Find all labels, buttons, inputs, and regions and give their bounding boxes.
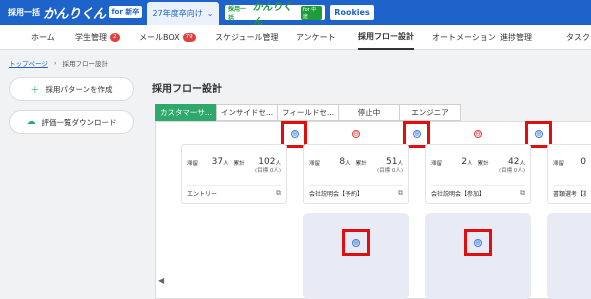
target-count: (目標 0人) [254,168,281,174]
total-label: 累計 [233,161,245,167]
top-header: 採用一括 かんりくん for 新卒 27年度卒向け ⌄ 採用一括 かんりくん f… [0,0,591,28]
nav-tasks[interactable]: タスク [566,25,590,50]
nav-label: スケジュール管理 [215,33,279,42]
logo2-text-b: かんりくん [252,1,293,28]
download-evaluations-label: 評価一覧ダウンロード [41,117,117,127]
logo1-text-a: 採用一括 [8,7,40,17]
stage-stats: 滞留 37 人 累計 102 人 [187,151,281,167]
stage-name-row: 会社説明会【予約】 ⧉ [309,185,403,199]
notification-badge: 2 [110,33,120,42]
nav-label: 学生管理 [75,33,107,42]
tab-customer-success[interactable]: カスタマーサ... [155,104,217,121]
scroll-left-icon[interactable]: ◀ [158,276,164,285]
nav-survey[interactable]: アンケート [296,25,336,50]
stage-name: 書類選考【提出 [553,191,586,198]
stage-stats: 滞留 2人 累計 42 人 [431,151,525,167]
stage-stats: 滞留 8人 累計 51 人 [309,151,403,167]
highlight-box [464,229,492,256]
nav-label: 進捗管理 [500,33,532,42]
notification-badge: 79 [182,33,196,42]
remove-stage-icon[interactable]: ⊖ [352,130,360,138]
unit: 人 [345,161,351,167]
target-count: (目標 0人) [376,168,403,174]
unit: 人 [223,161,229,167]
stay-label: 滞留 [309,161,321,167]
page-title: 採用フロー設計 [152,84,222,95]
stage-card-briefing-reservation[interactable]: 滞留 8人 累計 51 人 (目標 0人) 会社説明会【予約】 ⧉ [303,144,409,204]
stage-name: 会社説明会【参加】 [431,191,486,198]
copy-icon[interactable]: ⧉ [520,189,525,199]
highlight-box [342,229,370,256]
logo2-tag: for 中途 [300,5,322,20]
chevron-down-icon: ⌄ [206,9,214,18]
copy-icon[interactable]: ⧉ [276,189,281,199]
stay-count: 37 [211,157,224,167]
logo1-tag: for 新卒 [108,6,143,18]
stage-card-document-screening[interactable]: 滞留 0 書類選考【提出 [547,144,591,204]
unit: 人 [467,161,473,167]
nav-label: 採用フロー設計 [358,32,414,41]
nav-label: メールBOX [139,33,180,42]
pattern-tabs: カスタマーサ... インサイドセ... フィールドセ... 停止中 エンジニア [155,104,461,121]
stage-name: 会社説明会【予約】 [309,191,364,198]
breadcrumb-separator: › [53,59,57,67]
stage-name: エントリー [187,191,218,198]
create-pattern-button[interactable]: ＋ 採用パターンを作成 [9,77,134,101]
create-pattern-label: 採用パターンを作成 [45,84,113,94]
nav-mailbox[interactable]: メールBOX 79 [139,25,196,50]
stage-dropzone[interactable] [303,213,409,299]
nav-label: アンケート [296,33,336,42]
total-label: 累計 [477,161,489,167]
nav-schedule[interactable]: スケジュール管理 [215,25,278,50]
rookies-logo[interactable]: Rookies [330,5,374,20]
tab-inside-sales[interactable]: インサイドセ... [216,104,278,121]
nav-students[interactable]: 学生管理 2 [75,25,120,50]
stage-name-row: エントリー ⧉ [187,185,281,199]
target-count: (目標 0人) [498,168,525,174]
nav-label: タスク [566,33,590,42]
cloud-download-icon: ☁ [26,117,36,127]
stay-label: 滞留 [431,161,443,167]
kanrikun-midcareer-logo[interactable]: 採用一括 かんりくん for 中途 [225,2,325,28]
nav-automation[interactable]: オートメーション [432,25,496,50]
tab-engineer[interactable]: エンジニア [399,104,461,121]
download-evaluations-button[interactable]: ☁ 評価一覧ダウンロード [9,110,134,134]
tab-field-sales[interactable]: フィールドセ... [277,104,339,121]
plus-icon: ＋ [30,85,40,96]
stage-card-entry[interactable]: 滞留 37 人 累計 102 人 (目標 0人) エントリー ⧉ [181,144,287,204]
year-selector-label: 27年度卒向け [152,9,203,18]
stage-name-row: 会社説明会【参加】 ⧉ [431,185,525,199]
copy-icon[interactable]: ⧉ [398,189,403,199]
stage-stats: 滞留 0 [553,151,586,167]
total-label: 累計 [355,161,367,167]
logo1-text-b: かんりくん [43,6,106,22]
breadcrumb-home-link[interactable]: トップページ [9,58,48,68]
remove-stage-icon[interactable]: ⊖ [474,130,482,138]
stay-count: 0 [580,157,586,167]
stage-dropzone[interactable] [425,213,531,299]
breadcrumb-current: 採用フロー設計 [62,60,108,68]
stay-label: 滞留 [553,161,565,167]
kanrikun-newgrad-logo[interactable]: 採用一括 かんりくん for 新卒 [8,4,143,22]
nav-label: オートメーション [432,33,496,42]
main-nav: ホーム 学生管理 2 メールBOX 79 スケジュール管理 アンケート 採用フロー設… [0,25,591,50]
breadcrumb: トップページ › 採用フロー設計 [9,58,108,68]
stay-label: 滞留 [187,161,199,167]
nav-progress[interactable]: 進捗管理 [500,25,532,50]
nav-label: ホーム [31,33,55,42]
tab-suspended[interactable]: 停止中 [338,104,400,121]
logo2-text-a: 採用一括 [228,5,247,22]
year-selector-tab[interactable]: 27年度卒向け ⌄ [147,2,219,25]
nav-flow-design[interactable]: 採用フロー設計 [358,25,414,50]
stage-name-row: 書類選考【提出 [553,185,586,199]
stage-dropzone[interactable] [547,213,591,299]
stage-card-briefing-attendance[interactable]: 滞留 2人 累計 42 人 (目標 0人) 会社説明会【参加】 ⧉ [425,144,531,204]
nav-home[interactable]: ホーム [31,25,55,50]
